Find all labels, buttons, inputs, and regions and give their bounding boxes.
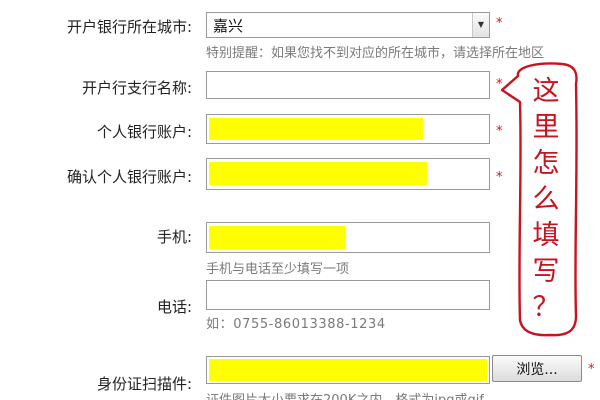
annotation-char: ？	[532, 292, 560, 323]
phone-label: 电话:	[156, 298, 192, 316]
mobile-hint: 手机与电话至少填写一项	[206, 262, 350, 277]
annotation-char: 怎	[532, 148, 560, 179]
id-scan-hint: 证件图片大小要求在200K之内，格式为jpg或gif	[206, 389, 484, 400]
account-confirm-input[interactable]	[206, 158, 490, 190]
city-select[interactable]: 嘉兴 ▼	[206, 12, 490, 38]
id-scan-redaction	[209, 359, 487, 381]
account-label: 个人银行账户:	[96, 123, 192, 141]
phone-input[interactable]	[206, 280, 490, 310]
mobile-redaction	[209, 226, 345, 249]
branch-label: 开户行支行名称:	[81, 79, 192, 97]
mobile-input[interactable]	[206, 222, 490, 253]
id-scan-required-mark: *	[588, 362, 595, 377]
account-confirm-redaction	[209, 162, 427, 185]
account-redaction	[209, 118, 423, 140]
id-scan-file-input[interactable]	[206, 356, 490, 384]
city-label: 开户银行所在城市:	[66, 18, 192, 36]
annotation-char: 么	[532, 184, 560, 215]
city-hint: 特别提醒：如果您找不到对应的所在城市，请选择所在地区	[206, 46, 545, 61]
account-input[interactable]	[206, 114, 490, 144]
chevron-down-icon[interactable]: ▼	[472, 13, 489, 37]
browse-button[interactable]: 浏览...	[492, 355, 582, 382]
annotation-char: 写	[532, 256, 560, 287]
phone-hint: 如：0755-86013388-1234	[206, 317, 386, 332]
city-select-value: 嘉兴	[213, 17, 244, 35]
id-scan-label: 身份证扫描件:	[96, 375, 192, 393]
annotation-char: 这	[532, 76, 560, 107]
annotation-char: 里	[532, 112, 560, 143]
city-required-mark: *	[496, 16, 503, 31]
mobile-label: 手机:	[156, 228, 192, 246]
account-confirm-label: 确认个人银行账户:	[66, 168, 192, 186]
annotation-char: 填	[532, 220, 560, 251]
branch-input[interactable]	[206, 71, 490, 99]
